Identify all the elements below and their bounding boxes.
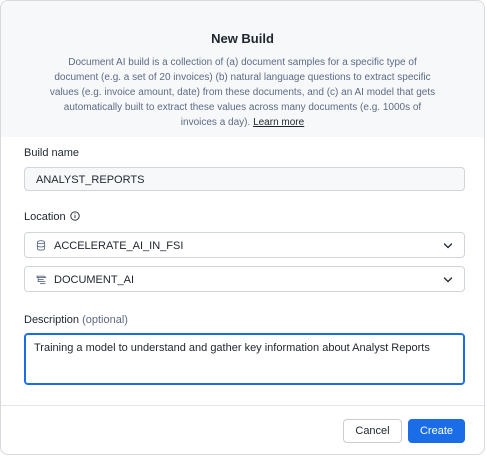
database-select[interactable]: ACCELERATE_AI_IN_FSI	[24, 232, 465, 258]
schema-value: DOCUMENT_AI	[54, 274, 135, 286]
info-circle-icon[interactable]	[69, 211, 80, 224]
description-text: Document AI build is a collection of (a)…	[49, 57, 436, 128]
database-icon	[36, 240, 46, 254]
dialog-title: New Build	[211, 31, 274, 46]
location-label: Location	[24, 211, 80, 224]
learn-more-link[interactable]: Learn more	[253, 117, 304, 128]
database-value: ACCELERATE_AI_IN_FSI	[54, 240, 184, 252]
build-name-label: Build name	[24, 147, 80, 159]
create-button[interactable]: Create	[408, 419, 465, 443]
location-label-text: Location	[24, 211, 66, 223]
description-label-text: Description	[24, 314, 80, 326]
description-label: Description (optional)	[24, 314, 128, 326]
chevron-down-icon	[443, 241, 453, 253]
chevron-down-icon	[443, 275, 453, 287]
footer-divider	[1, 405, 484, 406]
new-build-dialog: New Build Document AI build is a collect…	[0, 0, 485, 455]
cancel-button[interactable]: Cancel	[343, 419, 402, 443]
dialog-description: Document AI build is a collection of (a)…	[49, 55, 436, 130]
schema-select[interactable]: DOCUMENT_AI	[24, 266, 465, 292]
schema-icon	[36, 274, 47, 288]
build-name-input[interactable]: ANALYST_REPORTS	[24, 167, 465, 191]
build-name-value: ANALYST_REPORTS	[36, 174, 145, 186]
optional-hint: (optional)	[82, 314, 128, 326]
description-textarea[interactable]: Training a model to understand and gathe…	[24, 333, 465, 385]
dialog-header: New Build Document AI build is a collect…	[1, 1, 484, 137]
